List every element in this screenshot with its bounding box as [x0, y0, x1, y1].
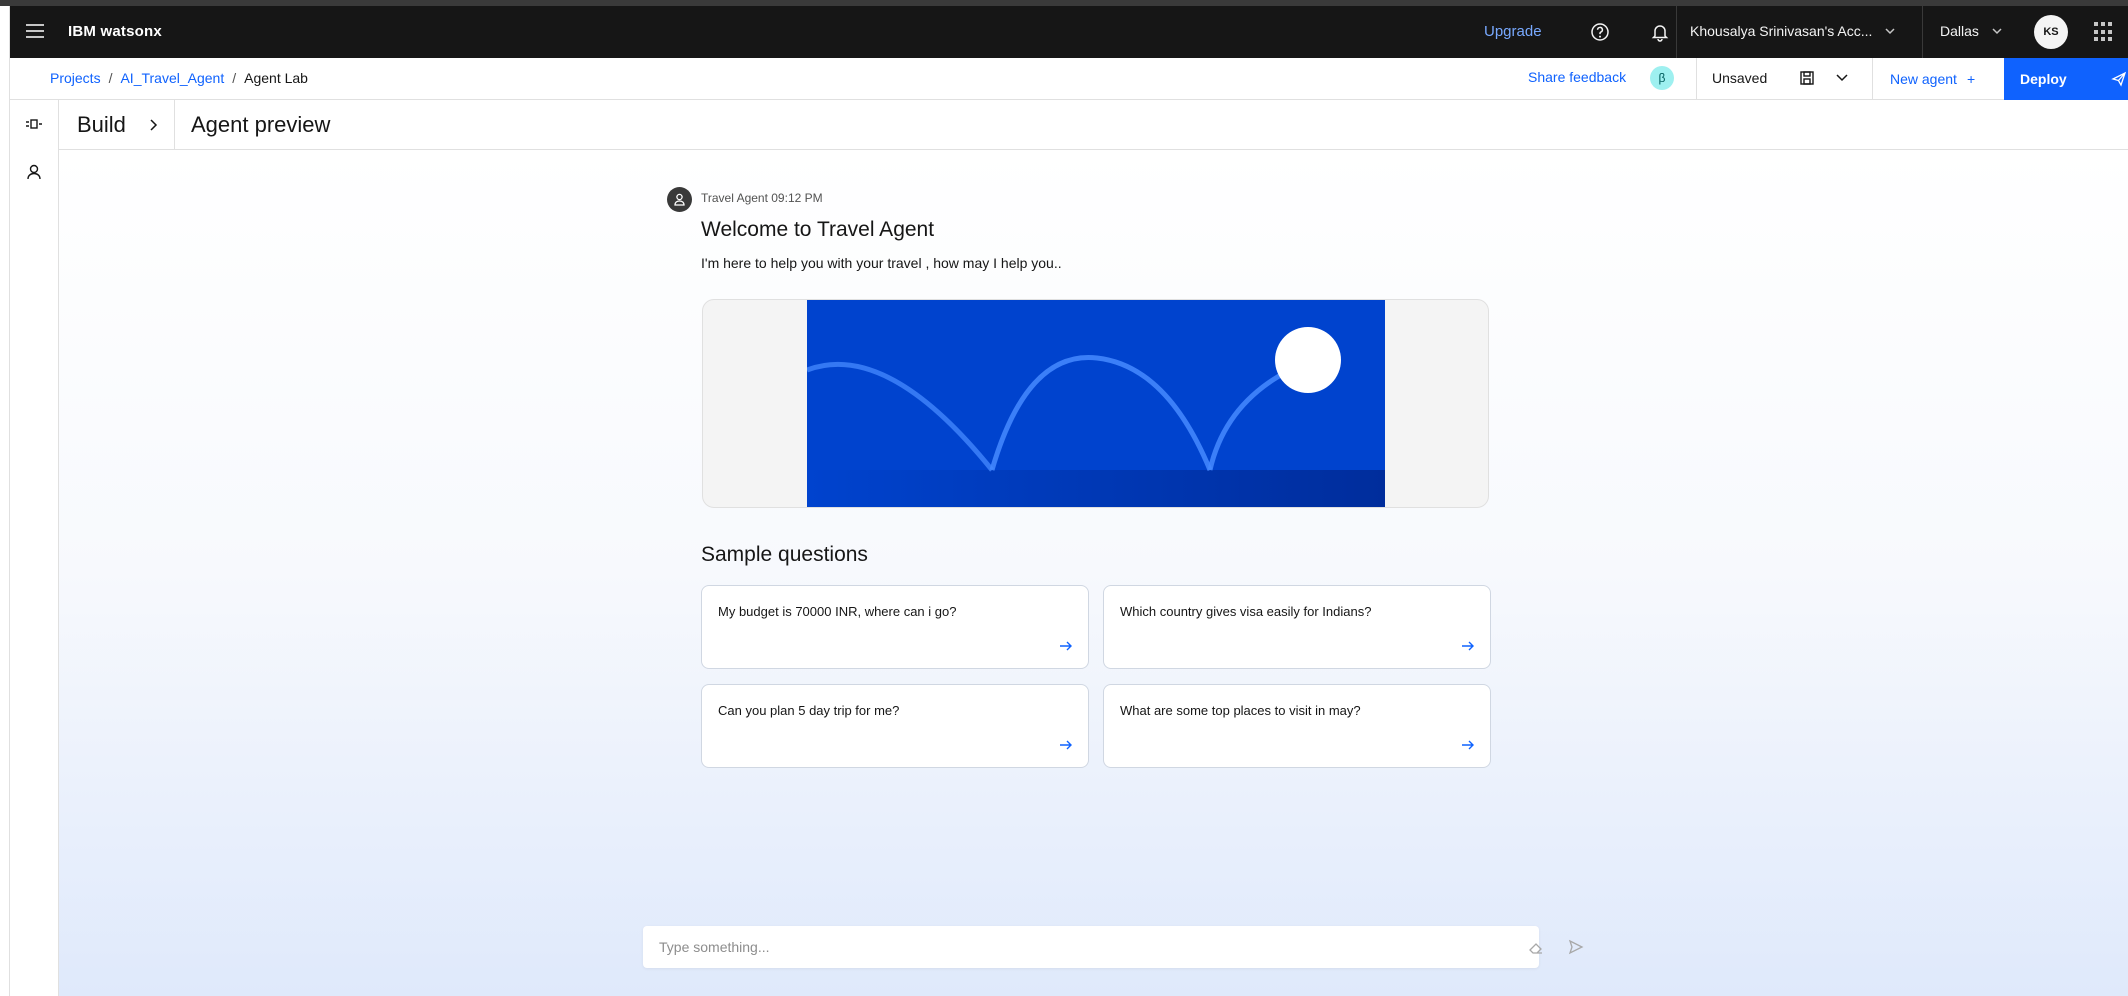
region-switcher[interactable]: Dallas [1940, 23, 2003, 39]
new-agent-button[interactable]: New agent + [1872, 58, 1993, 100]
sample-question-text: Which country gives visa easily for Indi… [1120, 604, 1372, 619]
arrow-right-icon [1462, 641, 1474, 651]
beta-badge: β [1650, 66, 1674, 90]
upgrade-link[interactable]: Upgrade [1484, 23, 1542, 40]
share-feedback-link[interactable]: Share feedback [1528, 69, 1626, 85]
chevron-down-icon [1992, 28, 2002, 35]
global-header: IBM watsonx Upgrade Khousalya Srinivasan… [10, 6, 2128, 58]
breadcrumb-projects[interactable]: Projects [50, 70, 101, 86]
user-avatar[interactable]: KS [2034, 15, 2068, 49]
toolbar-divider [1696, 58, 1697, 100]
send-icon[interactable] [1567, 938, 1585, 956]
breadcrumb-separator: / [232, 70, 237, 86]
chat-panel: Travel Agent 09:12 PM Welcome to Travel … [59, 150, 2128, 996]
breadcrumb-current: Agent Lab [244, 70, 308, 86]
welcome-heading: Welcome to Travel Agent [701, 218, 935, 241]
breadcrumb-project[interactable]: AI_Travel_Agent [120, 70, 224, 86]
travel-illustration [807, 300, 1385, 507]
window-left-edge [0, 6, 10, 996]
header-divider [1922, 6, 1923, 58]
build-label: Build [77, 112, 126, 137]
sample-question-text: My budget is 70000 INR, where can i go? [718, 604, 957, 619]
chevron-right-icon [150, 119, 157, 131]
deploy-button[interactable]: Deploy [2004, 58, 2128, 100]
send-plane-icon [2110, 71, 2126, 87]
sub-header: Projects / AI_Travel_Agent / Agent Lab S… [10, 58, 2128, 100]
header-divider [1676, 6, 1677, 58]
arrow-right-icon [1060, 641, 1072, 651]
arrow-right-icon [1462, 740, 1474, 750]
help-icon[interactable] [1588, 20, 1612, 44]
new-agent-label: New agent [1890, 71, 1957, 87]
build-tab[interactable]: Build [59, 100, 175, 150]
notification-bell-icon[interactable] [1648, 20, 1672, 44]
save-icon[interactable] [1798, 69, 1818, 89]
tools-icon[interactable] [24, 114, 46, 136]
hero-banner [702, 299, 1489, 508]
agent-icon[interactable] [24, 162, 46, 184]
sample-question-text: Can you plan 5 day trip for me? [718, 703, 900, 718]
sample-question-text: What are some top places to visit in may… [1120, 703, 1361, 718]
app-window: IBM watsonx Upgrade Khousalya Srinivasan… [0, 0, 2128, 996]
eraser-icon[interactable] [1527, 938, 1545, 956]
chat-input[interactable] [659, 926, 1439, 968]
sample-question-card[interactable]: Can you plan 5 day trip for me? [701, 684, 1089, 768]
save-status: Unsaved [1712, 70, 1768, 86]
arrow-right-icon [1060, 740, 1072, 750]
region-name: Dallas [1940, 23, 1979, 39]
breadcrumb-separator: / [108, 70, 113, 86]
sample-question-card[interactable]: What are some top places to visit in may… [1103, 684, 1491, 768]
page-title-bar: Build Agent preview [59, 100, 2128, 150]
page-title: Agent preview [191, 112, 331, 137]
account-name: Khousalya Srinivasan's Acc... [1690, 23, 1873, 39]
account-switcher[interactable]: Khousalya Srinivasan's Acc... [1690, 23, 1896, 39]
breadcrumb: Projects / AI_Travel_Agent / Agent Lab [50, 70, 308, 86]
intro-text: I'm here to help you with your travel , … [701, 255, 1062, 271]
chevron-down-icon[interactable] [1834, 69, 1854, 89]
message-meta: Travel Agent 09:12 PM [701, 191, 823, 205]
sample-questions-heading: Sample questions [701, 543, 868, 566]
sample-question-card[interactable]: Which country gives visa easily for Indi… [1103, 585, 1491, 669]
hamburger-menu-icon[interactable] [26, 24, 44, 40]
sample-question-card[interactable]: My budget is 70000 INR, where can i go? [701, 585, 1089, 669]
plus-icon: + [1966, 71, 1976, 87]
left-rail [10, 100, 59, 996]
deploy-label: Deploy [2020, 71, 2067, 87]
app-switcher-icon[interactable] [2094, 22, 2114, 42]
chevron-down-icon [1885, 28, 1895, 35]
chat-input-bar [643, 926, 1584, 968]
agent-avatar-icon [667, 187, 692, 212]
brand-name[interactable]: IBM watsonx [68, 23, 162, 40]
